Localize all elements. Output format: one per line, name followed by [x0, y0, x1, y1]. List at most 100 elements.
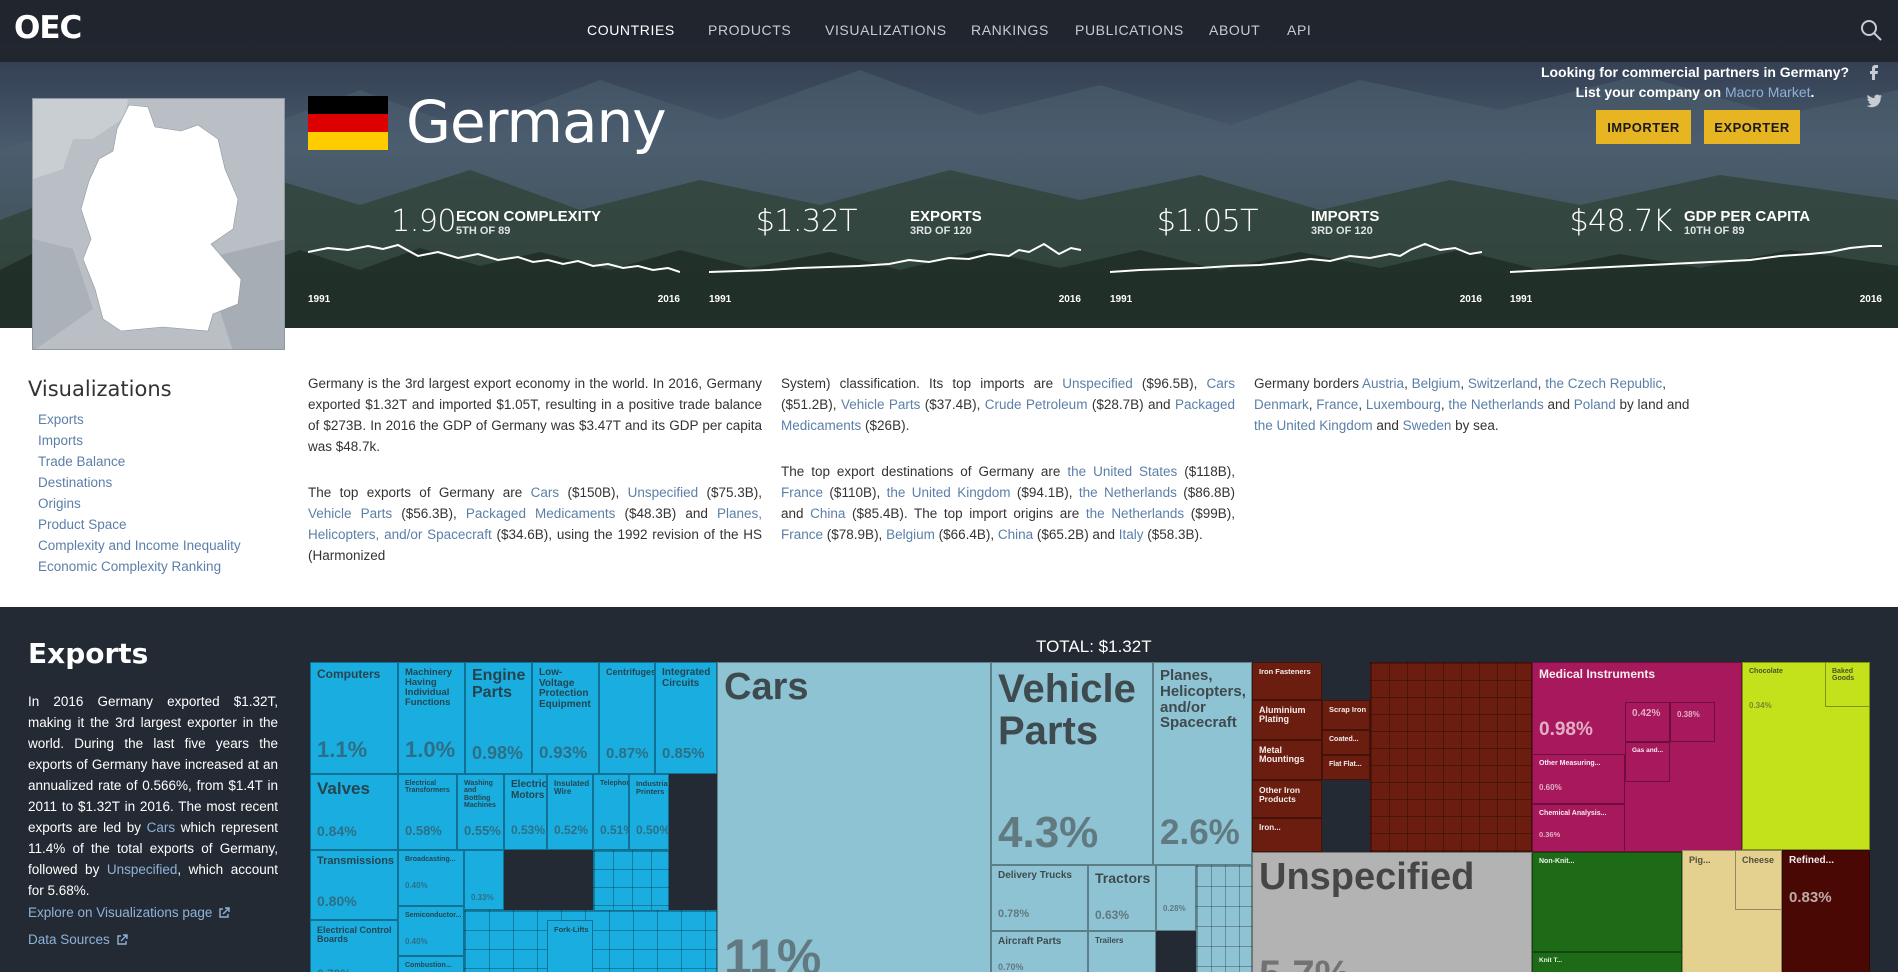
- twitter-icon[interactable]: [1865, 92, 1883, 110]
- treemap-cell[interactable]: Transmissions 0.80%: [310, 850, 398, 920]
- treemap-cell[interactable]: Aircraft Parts 0.70%: [991, 931, 1088, 972]
- treemap-cell[interactable]: Electric Motors 0.53%: [504, 774, 547, 850]
- treemap-cell[interactable]: Electrical Transformers 0.58%: [398, 774, 457, 850]
- inline-link[interactable]: the Netherlands: [1086, 506, 1184, 521]
- inline-link[interactable]: Unspecified: [1062, 376, 1133, 391]
- inline-link[interactable]: France: [781, 527, 823, 542]
- treemap-cell[interactable]: Baked Goods: [1825, 662, 1870, 707]
- inline-link[interactable]: France: [781, 485, 823, 500]
- stat-econ-complexity[interactable]: 1.90 ECON COMPLEXITY 5TH OF 89 1991 2016: [308, 200, 680, 316]
- inline-link[interactable]: Packaged Medicaments: [466, 506, 615, 521]
- stat-gdp-per-capita[interactable]: $48.7K GDP PER CAPITA 10TH OF 89 1991 20…: [1510, 200, 1882, 316]
- sidebar-item-destinations[interactable]: Destinations: [38, 475, 112, 490]
- inline-link[interactable]: the Netherlands: [1079, 485, 1177, 500]
- treemap-cell[interactable]: Iron...: [1252, 818, 1322, 852]
- inline-link[interactable]: Denmark: [1254, 397, 1309, 412]
- inline-link[interactable]: China: [998, 527, 1033, 542]
- treemap-cell[interactable]: Cars 11%: [717, 662, 991, 972]
- nav-api[interactable]: API: [1287, 22, 1311, 38]
- inline-link[interactable]: the Netherlands: [1448, 397, 1543, 412]
- treemap-cell[interactable]: Iron Fasteners: [1252, 662, 1322, 700]
- inline-link[interactable]: Belgium: [1412, 376, 1461, 391]
- treemap-cell[interactable]: Semiconductor... 0.40%: [398, 906, 464, 956]
- nav-visualizations[interactable]: VISUALIZATIONS: [825, 22, 947, 38]
- sidebar-item-origins[interactable]: Origins: [38, 496, 81, 511]
- inline-link[interactable]: Poland: [1574, 397, 1616, 412]
- treemap-cell[interactable]: Telephones 0.51%: [593, 774, 629, 850]
- treemap-cell[interactable]: Insulated Wire 0.52%: [547, 774, 593, 850]
- treemap-cell[interactable]: Gas and...: [1625, 742, 1670, 782]
- inline-link[interactable]: the Czech Republic: [1545, 376, 1662, 391]
- inline-link[interactable]: Italy: [1119, 527, 1144, 542]
- inline-link[interactable]: Sweden: [1403, 418, 1452, 433]
- treemap-cell[interactable]: Vehicle Parts 4.3%: [991, 662, 1153, 865]
- inline-link[interactable]: Belgium: [886, 527, 935, 542]
- treemap-cell[interactable]: 0.42%: [1625, 702, 1670, 742]
- inline-link[interactable]: Cars: [1207, 376, 1236, 391]
- nav-products[interactable]: PRODUCTS: [708, 22, 791, 38]
- nav-countries[interactable]: COUNTRIES: [587, 22, 675, 38]
- inline-link[interactable]: Vehicle Parts: [841, 397, 920, 412]
- treemap-cell[interactable]: Other Iron Products: [1252, 780, 1322, 818]
- sidebar-item-exports[interactable]: Exports: [38, 412, 84, 427]
- inline-link[interactable]: France: [1316, 397, 1358, 412]
- explore-visualizations-link[interactable]: Explore on Visualizations page: [28, 905, 231, 920]
- data-sources-link[interactable]: Data Sources: [28, 932, 128, 947]
- treemap-cell[interactable]: Integrated Circuits 0.85%: [655, 662, 717, 774]
- exporter-button[interactable]: EXPORTER: [1704, 110, 1800, 144]
- treemap-cell[interactable]: Trailers: [1088, 931, 1156, 972]
- inline-link[interactable]: Unspecified: [107, 862, 178, 877]
- macro-market-link[interactable]: Macro Market: [1725, 84, 1811, 100]
- inline-link[interactable]: Switzerland: [1468, 376, 1538, 391]
- treemap-cell[interactable]: Coated...: [1322, 730, 1370, 755]
- sidebar-item-imports[interactable]: Imports: [38, 433, 83, 448]
- treemap-cell[interactable]: Planes, Helicopters, and/or Spacecraft 2.…: [1153, 662, 1252, 865]
- exports-treemap[interactable]: Computers 1.1% Machinery Having Individual…: [310, 662, 1870, 972]
- treemap-cell[interactable]: Broadcasting... 0.40%: [398, 850, 464, 906]
- sidebar-item-trade-balance[interactable]: Trade Balance: [38, 454, 125, 469]
- treemap-cell[interactable]: Delivery Trucks 0.78%: [991, 865, 1088, 931]
- treemap-cell[interactable]: Electrical Control Boards 0.79%: [310, 920, 398, 972]
- inline-link[interactable]: Cars: [531, 485, 560, 500]
- treemap-cell[interactable]: 0.38%: [1670, 702, 1715, 742]
- treemap-cell[interactable]: Non-Knit...: [1532, 852, 1682, 952]
- treemap-cell[interactable]: Other Measuring... 0.60%: [1532, 754, 1625, 804]
- stat-imports[interactable]: $1.05T IMPORTS 3RD OF 120 1991 2016: [1110, 200, 1482, 316]
- treemap-cell[interactable]: Low-Voltage Protection Equipment 0.93%: [532, 662, 599, 774]
- inline-link[interactable]: Vehicle Parts: [308, 506, 392, 521]
- treemap-cell[interactable]: Unspecified 5.7%: [1252, 852, 1532, 972]
- treemap-cell[interactable]: Computers 1.1%: [310, 662, 398, 774]
- treemap-cell[interactable]: Refined... 0.83%: [1782, 850, 1870, 972]
- treemap-cell[interactable]: Centrifuges 0.87%: [599, 662, 655, 774]
- treemap-cell[interactable]: Tractors 0.63%: [1088, 865, 1156, 931]
- treemap-cell[interactable]: Valves 0.84%: [310, 774, 398, 850]
- inline-link[interactable]: Luxembourg: [1366, 397, 1441, 412]
- inline-link[interactable]: Unspecified: [628, 485, 699, 500]
- treemap-cell[interactable]: 0.33%: [464, 850, 504, 910]
- importer-button[interactable]: IMPORTER: [1596, 110, 1691, 144]
- facebook-icon[interactable]: [1865, 62, 1883, 80]
- inline-link[interactable]: the United States: [1067, 464, 1177, 479]
- treemap-cell[interactable]: Scrap Iron: [1322, 700, 1370, 730]
- inline-link[interactable]: Cars: [147, 820, 176, 835]
- nav-about[interactable]: ABOUT: [1209, 22, 1260, 38]
- treemap-cell[interactable]: Flat Flat...: [1322, 755, 1370, 780]
- treemap-cell[interactable]: Machinery Having Individual Functions 1.0…: [398, 662, 465, 774]
- treemap-cell[interactable]: 0.28%: [1156, 865, 1196, 931]
- search-icon[interactable]: [1859, 18, 1883, 42]
- treemap-cell[interactable]: Combustion...: [398, 956, 464, 972]
- treemap-cell[interactable]: Washing and Bottling Machines 0.55%: [457, 774, 504, 850]
- nav-publications[interactable]: PUBLICATIONS: [1075, 22, 1184, 38]
- inline-link[interactable]: China: [810, 506, 845, 521]
- nav-rankings[interactable]: RANKINGS: [971, 22, 1049, 38]
- treemap-cell[interactable]: Aluminium Plating: [1252, 700, 1322, 740]
- treemap-cell[interactable]: Fork-Lifts: [547, 920, 593, 972]
- treemap-cell[interactable]: Cheese: [1735, 850, 1782, 910]
- sidebar-item-product-space[interactable]: Product Space: [38, 517, 127, 532]
- inline-link[interactable]: the United Kingdom: [887, 485, 1011, 500]
- inline-link[interactable]: Austria: [1362, 376, 1404, 391]
- treemap-cell[interactable]: Metal Mountings: [1252, 740, 1322, 780]
- treemap-cell[interactable]: Engine Parts 0.98%: [465, 662, 532, 774]
- inline-link[interactable]: Crude Petroleum: [985, 397, 1088, 412]
- inline-link[interactable]: the United Kingdom: [1254, 418, 1373, 433]
